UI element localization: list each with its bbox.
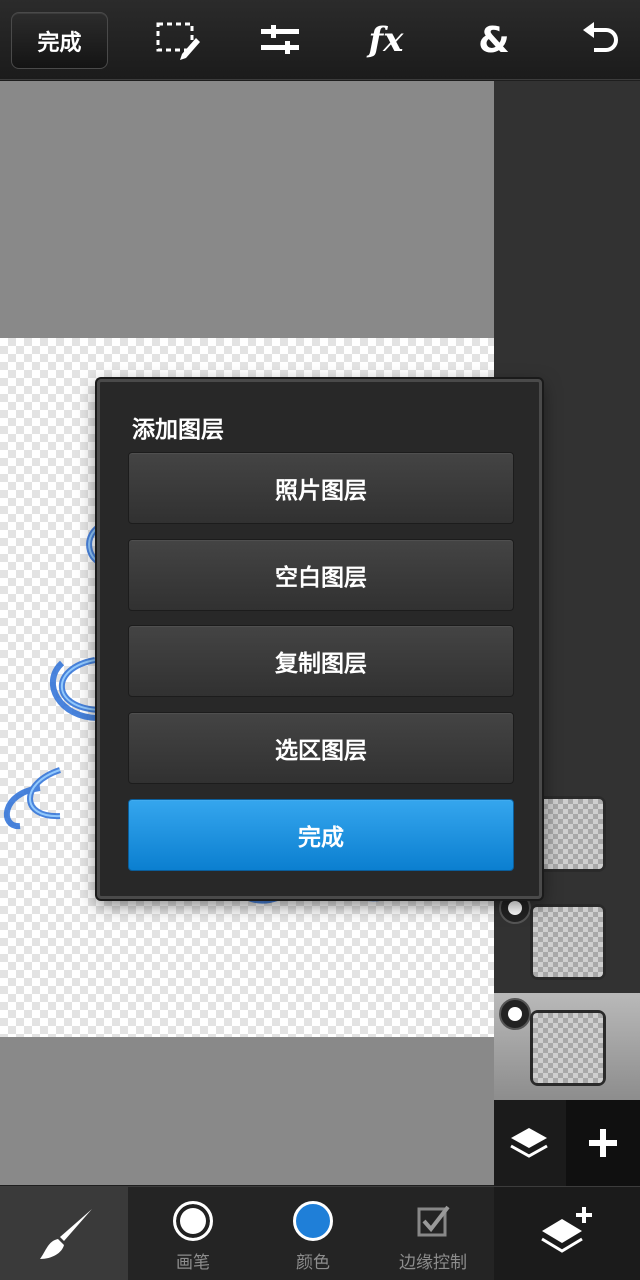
brush-label: 画笔 — [176, 1253, 210, 1273]
add-layer-dialog: 添加图层 照片图层 空白图层 复制图层 选区图层 完成 — [97, 379, 542, 899]
bottom-toolbar: 画笔 颜色 边缘控制 — [0, 1186, 640, 1280]
layers-stack-icon[interactable] — [494, 1100, 564, 1186]
photo-layer-button[interactable]: 照片图层 — [128, 452, 514, 524]
layer-thumbnail-3[interactable] — [530, 1010, 606, 1086]
adjustments-icon[interactable] — [252, 14, 308, 66]
layer-visibility-toggle-3[interactable] — [499, 998, 531, 1030]
color-label: 颜色 — [296, 1253, 330, 1273]
layer-add-button[interactable] — [494, 1187, 640, 1280]
duplicate-layer-button[interactable]: 复制图层 — [128, 625, 514, 697]
layer-thumbnail-2[interactable] — [530, 904, 606, 980]
brush-tool-button[interactable] — [0, 1187, 128, 1280]
layers-add-icon — [541, 1207, 592, 1253]
fx-icon[interactable]: fx — [358, 14, 414, 66]
dialog-title: 添加图层 — [132, 417, 224, 443]
selection-layer-button[interactable]: 选区图层 — [128, 712, 514, 784]
brush-settings-button[interactable]: 画笔 — [138, 1187, 248, 1280]
selection-icon[interactable] — [150, 14, 206, 66]
add-layer-plus-icon[interactable] — [566, 1100, 640, 1186]
edge-control-button[interactable]: 边缘控制 — [378, 1187, 488, 1280]
checkbox-icon — [417, 1205, 450, 1237]
color-swatch-icon — [293, 1201, 333, 1241]
dialog-done-button[interactable]: 完成 — [128, 799, 514, 871]
brush-circle-icon — [173, 1201, 213, 1241]
brush-icon — [40, 1209, 92, 1259]
edge-control-label: 边缘控制 — [399, 1253, 467, 1273]
top-toolbar: 完成 fx & — [0, 0, 640, 80]
done-button[interactable]: 完成 — [11, 12, 108, 69]
undo-icon[interactable] — [572, 14, 628, 66]
layers-bottom-bar — [494, 1100, 640, 1186]
blank-layer-button[interactable]: 空白图层 — [128, 539, 514, 611]
color-button[interactable]: 颜色 — [258, 1187, 368, 1280]
blend-icon[interactable]: & — [466, 14, 522, 66]
